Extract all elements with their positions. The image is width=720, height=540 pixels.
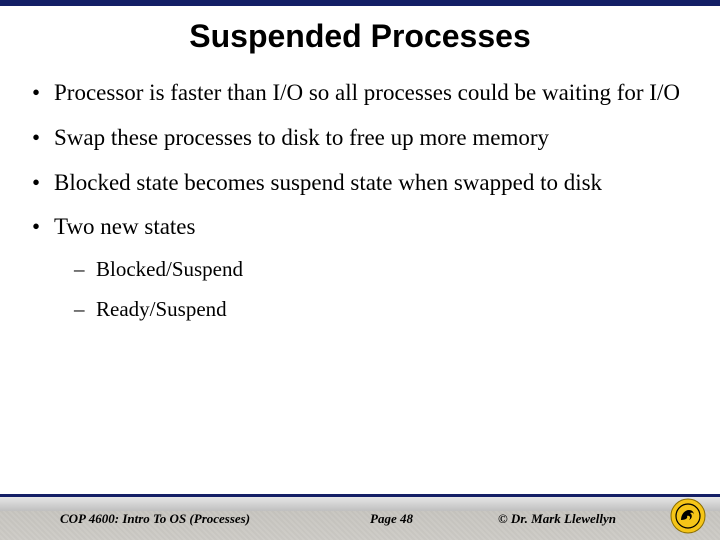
- bullet-item: Two new states Blocked/Suspend Ready/Sus…: [30, 213, 690, 322]
- footer-course: COP 4600: Intro To OS (Processes): [60, 511, 315, 527]
- footer-content: COP 4600: Intro To OS (Processes) Page 4…: [0, 497, 720, 540]
- sub-bullet-list: Blocked/Suspend Ready/Suspend: [54, 256, 690, 323]
- footer-author: © Dr. Mark Llewellyn: [498, 511, 616, 527]
- bullet-text: Swap these processes to disk to free up …: [54, 125, 549, 150]
- ucf-pegasus-icon: [670, 498, 706, 534]
- slide: Suspended Processes Processor is faster …: [0, 0, 720, 540]
- bullet-item: Swap these processes to disk to free up …: [30, 124, 690, 153]
- bullet-item: Processor is faster than I/O so all proc…: [30, 79, 690, 108]
- footer-page: Page 48: [370, 511, 413, 527]
- bullet-list: Processor is faster than I/O so all proc…: [30, 79, 690, 323]
- slide-title: Suspended Processes: [0, 18, 720, 55]
- sub-bullet-text: Ready/Suspend: [96, 297, 227, 321]
- sub-bullet-text: Blocked/Suspend: [96, 257, 243, 281]
- bullet-text: Processor is faster than I/O so all proc…: [54, 80, 680, 105]
- slide-body: Processor is faster than I/O so all proc…: [0, 79, 720, 540]
- sub-bullet-item: Ready/Suspend: [68, 296, 690, 322]
- bullet-item: Blocked state becomes suspend state when…: [30, 169, 690, 198]
- sub-bullet-item: Blocked/Suspend: [68, 256, 690, 282]
- bullet-text: Two new states: [54, 214, 195, 239]
- bullet-text: Blocked state becomes suspend state when…: [54, 170, 602, 195]
- footer: COP 4600: Intro To OS (Processes) Page 4…: [0, 494, 720, 540]
